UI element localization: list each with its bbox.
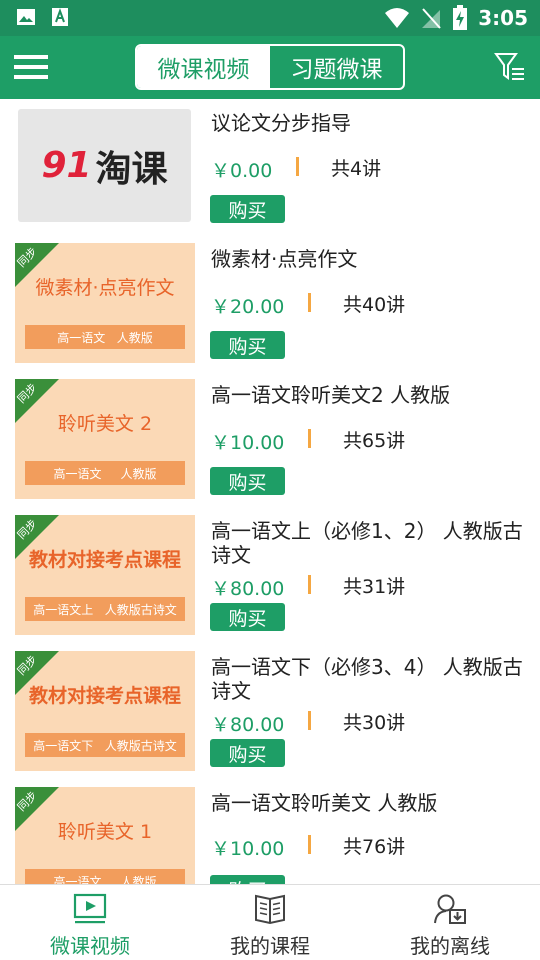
- lesson-count: 共4讲: [331, 158, 382, 180]
- video-play-icon: [73, 893, 107, 924]
- thumbnail-title: 聆听美文 2: [57, 413, 153, 435]
- course-thumbnail: 91 淘课: [18, 109, 191, 222]
- course-price: ￥10.00: [211, 432, 285, 454]
- thumbnail-band: 高一语文下 人教版古诗文: [25, 733, 185, 757]
- course-thumbnail: 同步 聆听美文 2 高一语文 人教版: [15, 379, 195, 499]
- buy-button[interactable]: 购买: [210, 195, 285, 223]
- thumbnail-title: 微素材·点亮作文: [35, 277, 175, 299]
- divider: [308, 293, 311, 312]
- course-thumbnail: 同步 教材对接考点课程 高一语文下 人教版古诗文: [15, 651, 195, 771]
- tab-exercise-micro[interactable]: 习题微课: [270, 46, 403, 88]
- status-bar: 3:05: [0, 0, 540, 36]
- course-title: 高一语文聆听美文 人教版: [211, 791, 438, 815]
- text-a-icon: [52, 8, 68, 26]
- course-price: ￥80.00: [211, 578, 285, 600]
- tab-micro-video[interactable]: 微课视频: [137, 46, 270, 88]
- buy-button[interactable]: 购买: [210, 739, 285, 767]
- battery-charging-icon: [453, 5, 468, 30]
- thumbnail-band: 高一语文 人教版: [25, 325, 185, 349]
- brand-logo: 91 淘课: [41, 145, 168, 190]
- app-bar: 微课视频 习题微课: [0, 36, 540, 99]
- nav-label: 我的课程: [230, 934, 310, 958]
- thumbnail-title: 教材对接考点课程: [28, 549, 181, 571]
- course-thumbnail: 同步 聆听美文 1 高一语文 人教版: [15, 787, 195, 884]
- course-item[interactable]: 同步 聆听美文 1 高一语文 人教版 高一语文聆听美文 人教版 ￥10.00 共…: [0, 779, 540, 884]
- nav-my-offline[interactable]: 我的离线: [360, 885, 540, 960]
- lesson-count: 共65讲: [343, 430, 406, 452]
- thumbnail-band: 高一语文上 人教版古诗文: [25, 597, 185, 621]
- course-item[interactable]: 91 淘课 议论文分步指导 ￥0.00 共4讲 购买: [0, 99, 540, 235]
- course-thumbnail: 同步 教材对接考点课程 高一语文上 人教版古诗文: [15, 515, 195, 635]
- buy-button[interactable]: 购买: [210, 603, 285, 631]
- course-thumbnail: 同步 微素材·点亮作文 高一语文 人教版: [15, 243, 195, 363]
- no-signal-icon: [422, 8, 441, 29]
- nav-label: 微课视频: [50, 934, 130, 958]
- buy-button[interactable]: 购买: [210, 331, 285, 359]
- course-title: 微素材·点亮作文: [211, 247, 358, 271]
- thumbnail-band: 高一语文 人教版: [25, 461, 185, 485]
- divider: [308, 711, 311, 730]
- course-price: ￥10.00: [211, 838, 285, 860]
- user-download-icon: [434, 894, 466, 924]
- lesson-count: 共31讲: [343, 576, 406, 598]
- course-price: ￥0.00: [211, 160, 273, 182]
- hamburger-menu-icon[interactable]: [14, 52, 48, 82]
- thumbnail-title: 教材对接考点课程: [28, 685, 181, 707]
- buy-button[interactable]: 购买: [210, 467, 285, 495]
- course-item[interactable]: 同步 教材对接考点课程 高一语文下 人教版古诗文 高一语文下（必修3、4） 人教…: [0, 643, 540, 779]
- status-time: 3:05: [478, 6, 528, 30]
- divider: [308, 835, 311, 854]
- lesson-count: 共30讲: [343, 712, 406, 734]
- course-item[interactable]: 同步 聆听美文 2 高一语文 人教版 高一语文聆听美文2 人教版 ￥10.00 …: [0, 371, 540, 507]
- course-list: 91 淘课 议论文分步指导 ￥0.00 共4讲 购买 同步 微素材·点亮作文 高一…: [0, 99, 540, 884]
- bottom-navigation: 微课视频 我的课程 我的离线: [0, 884, 540, 960]
- nav-my-courses[interactable]: 我的课程: [180, 885, 360, 960]
- nav-label: 我的离线: [410, 934, 490, 958]
- course-title: 议论文分步指导: [211, 111, 351, 135]
- lesson-count: 共76讲: [343, 836, 406, 858]
- filter-icon[interactable]: [494, 50, 526, 84]
- course-item[interactable]: 同步 教材对接考点课程 高一语文上 人教版古诗文 高一语文上（必修1、2） 人教…: [0, 507, 540, 643]
- course-title: 高一语文聆听美文2 人教版: [211, 383, 451, 407]
- thumbnail-title: 聆听美文 1: [57, 821, 153, 843]
- open-book-icon: [255, 894, 285, 925]
- thumbnail-band: 高一语文 人教版: [25, 869, 185, 884]
- wifi-icon: [385, 8, 410, 28]
- course-item[interactable]: 同步 微素材·点亮作文 高一语文 人教版 微素材·点亮作文 ￥20.00 共40…: [0, 235, 540, 371]
- course-price: ￥20.00: [211, 296, 285, 318]
- divider: [296, 157, 299, 176]
- course-title: 高一语文上（必修1、2） 人教版古诗文: [211, 519, 523, 567]
- lesson-count: 共40讲: [343, 294, 406, 316]
- nav-micro-video[interactable]: 微课视频: [0, 885, 180, 960]
- divider: [308, 429, 311, 448]
- divider: [308, 575, 311, 594]
- buy-button[interactable]: 购买: [210, 875, 285, 884]
- gallery-icon: [17, 9, 35, 25]
- course-title: 高一语文下（必修3、4） 人教版古诗文: [211, 655, 523, 703]
- tab-switcher: 微课视频 习题微课: [135, 44, 405, 90]
- course-price: ￥80.00: [211, 714, 285, 736]
